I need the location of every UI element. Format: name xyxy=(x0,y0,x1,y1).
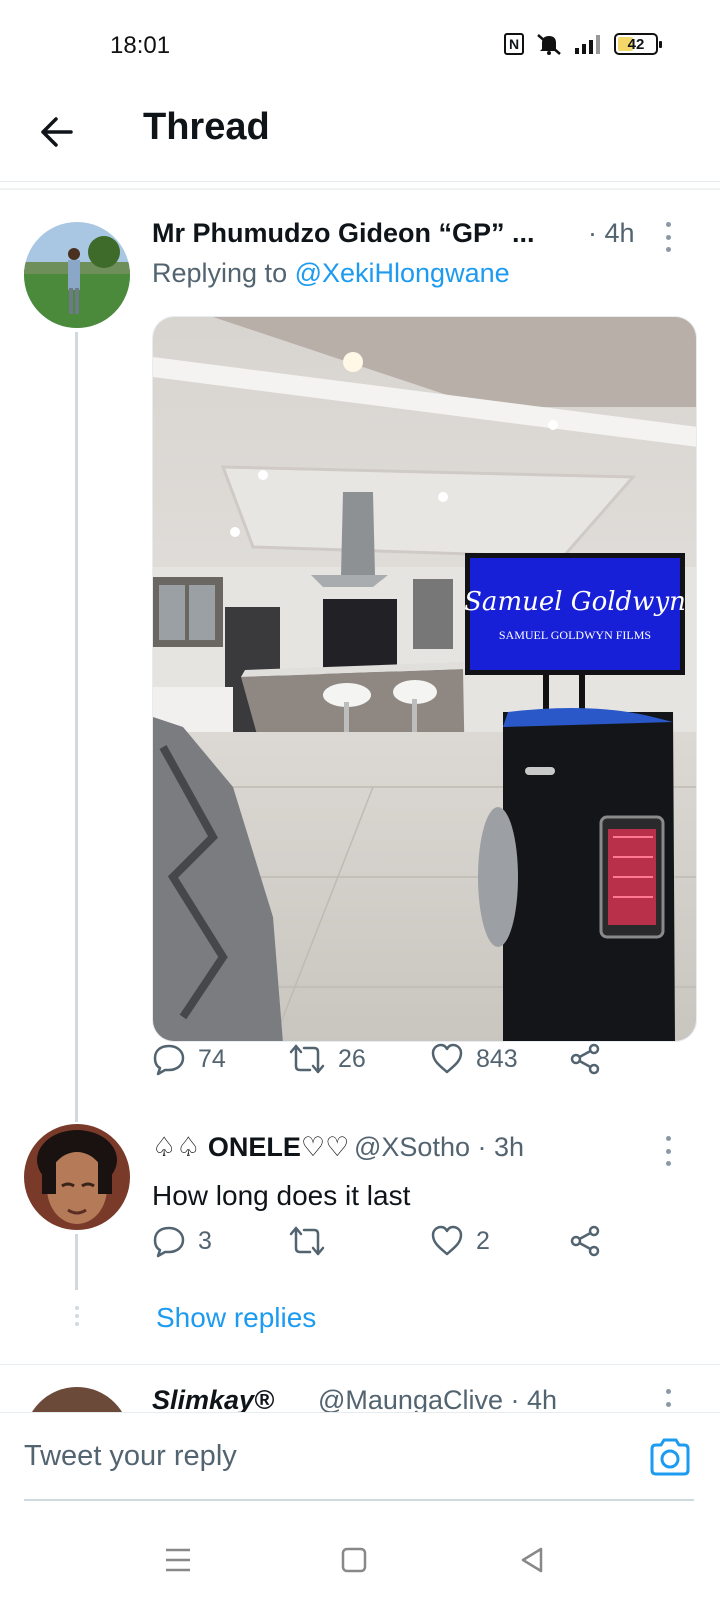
share-button[interactable] xyxy=(568,1042,602,1076)
avatar[interactable] xyxy=(24,222,130,328)
camera-button[interactable] xyxy=(648,1437,692,1477)
retweet-button[interactable]: 26 xyxy=(288,1042,366,1076)
menu-button[interactable] xyxy=(158,1540,198,1580)
triangle-back-icon xyxy=(521,1547,543,1573)
more-options-icon[interactable] xyxy=(658,222,678,252)
camera-icon xyxy=(650,1438,690,1476)
header: Thread xyxy=(0,90,720,182)
status-icons: N 42 xyxy=(504,32,662,56)
reply-button[interactable]: 3 xyxy=(152,1224,212,1258)
like-button[interactable]: 2 xyxy=(430,1224,490,1258)
share-icon xyxy=(570,1225,600,1257)
square-icon xyxy=(341,1547,367,1573)
heart-icon xyxy=(431,1043,463,1074)
like-count: 843 xyxy=(476,1044,518,1073)
tweet-time: · 4h xyxy=(588,218,635,248)
author-handle-time: @MaungaClive · 4h xyxy=(318,1385,558,1412)
reply-button[interactable]: 74 xyxy=(152,1042,226,1076)
reply-icon xyxy=(153,1044,185,1076)
home-button[interactable] xyxy=(334,1540,374,1580)
page-title: Thread xyxy=(143,106,270,148)
reply-count: 3 xyxy=(198,1226,212,1255)
share-icon xyxy=(570,1043,600,1075)
retweet-icon xyxy=(289,1044,325,1074)
status-bar: 18:01 N 42 xyxy=(0,0,720,90)
tweet-image[interactable]: Samuel Goldwyn SAMUEL GOLDWYN FILMS xyxy=(152,316,697,1042)
retweet-button[interactable] xyxy=(288,1224,338,1258)
tweet[interactable]: Slimkay® @MaungaClive · 4h xyxy=(0,1365,720,1412)
thread-line xyxy=(75,1234,78,1290)
heart-icon xyxy=(431,1225,463,1256)
menu-icon xyxy=(166,1548,190,1572)
battery-level: 42 xyxy=(627,35,645,53)
author-name[interactable]: Mr Phumudzo Gideon “GP” ... xyxy=(152,218,535,249)
status-time: 18:01 xyxy=(110,32,171,59)
like-count: 2 xyxy=(476,1226,490,1255)
author-name[interactable]: ♤♤ ONELE♡♡ xyxy=(152,1132,349,1163)
tv-caption: SAMUEL GOLDWYN FILMS xyxy=(499,628,651,642)
author-name[interactable]: Slimkay® xyxy=(152,1385,274,1412)
share-button[interactable] xyxy=(568,1224,602,1258)
thread-dots xyxy=(75,1306,79,1326)
reply-icon xyxy=(153,1226,185,1258)
system-nav-bar xyxy=(0,1518,720,1600)
tv-signature: Samuel Goldwyn xyxy=(464,587,686,617)
reply-composer xyxy=(0,1412,720,1518)
mute-icon xyxy=(537,34,561,55)
avatar[interactable] xyxy=(24,1124,130,1230)
reply-count: 74 xyxy=(198,1044,226,1073)
show-replies-link[interactable]: Show replies xyxy=(156,1302,316,1334)
author-handle-time: @XSotho · 3h xyxy=(354,1132,525,1162)
signal-icon xyxy=(575,35,600,54)
replying-to: Replying to @XekiHlongwane xyxy=(152,258,510,289)
retweet-icon xyxy=(289,1226,325,1256)
more-options-icon[interactable] xyxy=(658,1389,678,1412)
replying-label: Replying to xyxy=(152,258,295,288)
divider xyxy=(0,188,720,190)
back-nav-button[interactable] xyxy=(512,1540,552,1580)
replying-handle[interactable]: @XekiHlongwane xyxy=(295,258,510,288)
nfc-icon: N xyxy=(504,33,524,55)
retweet-count: 26 xyxy=(338,1044,366,1073)
battery-icon: 42 xyxy=(614,33,662,55)
reply-input[interactable] xyxy=(24,1413,694,1501)
more-options-icon[interactable] xyxy=(658,1136,678,1166)
arrow-left-icon xyxy=(41,117,73,147)
like-button[interactable]: 843 xyxy=(430,1042,518,1076)
tweet-text: How long does it last xyxy=(152,1180,411,1211)
back-button[interactable] xyxy=(34,110,78,154)
thread-line xyxy=(75,332,78,1122)
avatar[interactable] xyxy=(24,1387,130,1412)
